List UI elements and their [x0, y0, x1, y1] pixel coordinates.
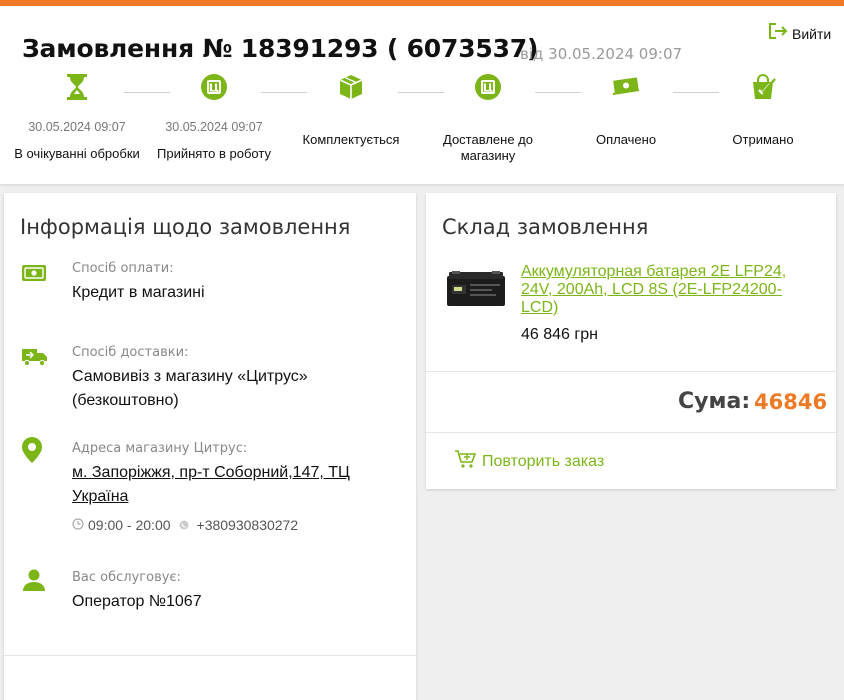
delivery-value: Самовивіз з магазину «Цитрус» (безкоштов…	[72, 368, 308, 409]
step-label: Оплачено	[595, 132, 657, 147]
delivery-label: Спосіб доставки:	[72, 345, 189, 360]
product-price: 46 846 грн	[521, 326, 598, 343]
sum-value: 46846	[754, 390, 828, 414]
payment-label: Спосіб оплати:	[72, 261, 174, 276]
clock-icon	[72, 517, 84, 533]
store-hours: 09:00 - 20:00 +380930830272	[72, 517, 298, 533]
status-step-delivered: Ц Доставлене до магазину	[418, 72, 558, 164]
user-icon	[22, 569, 46, 596]
hours-value: 09:00 - 20:00	[88, 517, 171, 533]
store-c-icon: Ц	[474, 73, 502, 106]
order-items-card: Склад замовлення Аккумуляторная батарея …	[426, 193, 836, 489]
cart-icon	[454, 449, 477, 474]
address-label: Адреса магазину Цитрус:	[72, 441, 248, 456]
location-pin-icon	[22, 437, 42, 468]
divider	[426, 371, 836, 372]
step-label: Доставлене до магазину	[443, 132, 533, 163]
step-label: Отримано	[732, 132, 794, 147]
step-label: Прийнято в роботу	[157, 146, 271, 161]
status-step-accepted: Ц 30.05.2024 09:07 Прийнято в роботу	[144, 72, 284, 162]
page-title: Замовлення № 18391293 ( 6073537)	[22, 34, 539, 63]
hourglass-icon	[66, 73, 88, 106]
cash-icon	[22, 265, 46, 286]
step-label: Комплектується	[302, 132, 400, 147]
package-icon	[337, 73, 365, 106]
svg-text:Ц: Ц	[209, 81, 219, 94]
money-icon	[611, 76, 641, 103]
status-step-picking: Комплектується	[281, 72, 421, 148]
payment-value: Кредит в магазині	[72, 284, 205, 301]
order-info-card: Інформація щодо замовлення Спосіб оплати…	[4, 193, 416, 700]
repeat-order-label: Повторить заказ	[482, 452, 605, 470]
product-image[interactable]	[446, 271, 506, 312]
status-step-paid: Оплачено	[556, 72, 696, 148]
divider	[4, 655, 416, 656]
divider	[426, 432, 836, 433]
logout-button[interactable]: Вийти	[768, 22, 831, 45]
step-date: 30.05.2024 09:07	[28, 120, 126, 134]
status-step-pending: 30.05.2024 09:07 В очікуванні обробки	[7, 72, 147, 162]
order-info-title: Інформація щодо замовлення	[20, 215, 351, 239]
received-bag-icon	[749, 73, 777, 106]
delivery-truck-icon	[22, 347, 48, 372]
order-date: від 30.05.2024 09:07	[520, 45, 683, 63]
phone-icon	[179, 517, 189, 533]
product-link[interactable]: Аккумуляторная батарея 2E LFP24, 24V, 20…	[521, 263, 801, 317]
operator-value: Оператор №1067	[72, 593, 202, 610]
address-link[interactable]: м. Запоріжжя, пр-т Соборний,147, ТЦ Укра…	[72, 461, 372, 509]
svg-text:Ц: Ц	[483, 81, 493, 94]
repeat-order-button[interactable]: Повторить заказ	[454, 449, 604, 474]
logout-label: Вийти	[792, 25, 832, 42]
store-phone[interactable]: +380930830272	[197, 517, 299, 533]
order-items-title: Склад замовлення	[442, 215, 649, 239]
step-label: В очікуванні обробки	[14, 146, 140, 161]
order-header: Замовлення № 18391293 ( 6073537) від 30.…	[0, 6, 844, 184]
logout-icon	[768, 22, 788, 45]
operator-label: Вас обслуговує:	[72, 570, 181, 585]
status-step-received: Отримано	[693, 72, 833, 148]
step-date: 30.05.2024 09:07	[165, 120, 263, 134]
sum-label: Сума:	[678, 389, 751, 414]
order-c-icon: Ц	[200, 73, 228, 106]
